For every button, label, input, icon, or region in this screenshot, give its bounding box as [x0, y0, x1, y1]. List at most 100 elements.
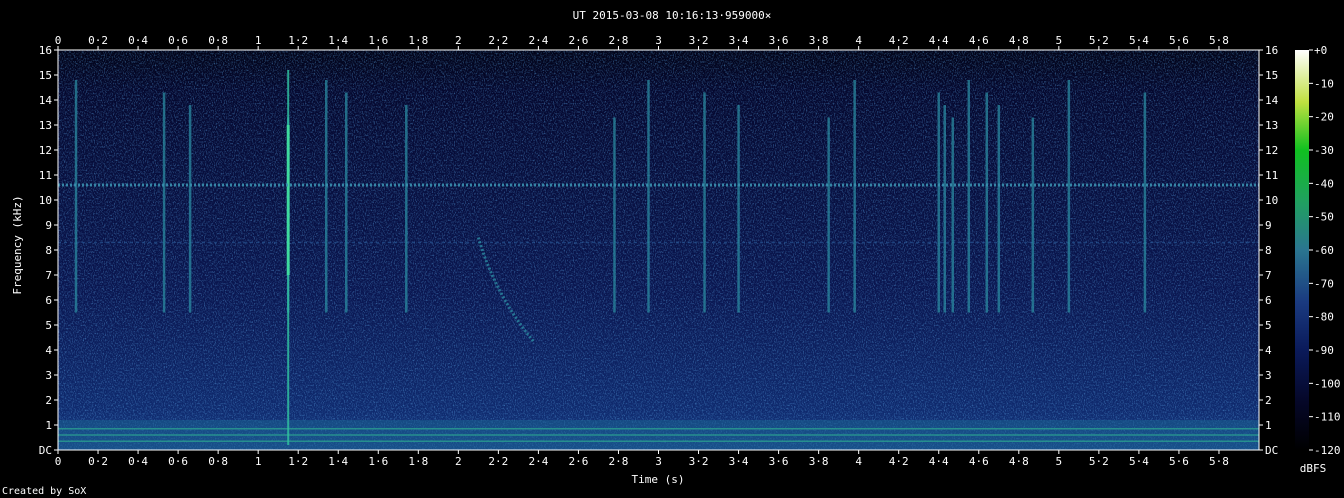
y-tick-label-left: 7	[45, 269, 52, 282]
y-tick-label-right: 8	[1265, 244, 1272, 257]
x-tick-label-top: 0·4	[128, 34, 148, 47]
y-tick-label-right: 10	[1265, 194, 1278, 207]
x-tick-label-bottom: 2·2	[488, 455, 508, 468]
y-tick-label-left: 13	[39, 119, 52, 132]
x-tick-label-top: 5·2	[1089, 34, 1109, 47]
x-tick-label-bottom: 0·6	[168, 455, 188, 468]
chart-title: UT 2015-03-08 10:16:13·959000×	[573, 9, 772, 22]
x-tick-label-top: 1·6	[368, 34, 388, 47]
x-tick-label-top: 2·4	[528, 34, 548, 47]
x-tick-label-top: 3·2	[689, 34, 709, 47]
x-tick-label-top: 4	[855, 34, 862, 47]
x-tick-label-top: 3·6	[769, 34, 789, 47]
x-tick-label-bottom: 3·8	[809, 455, 829, 468]
x-tick-label-bottom: 3·4	[729, 455, 749, 468]
y-tick-label-left: 9	[45, 219, 52, 232]
colorbar-tick-label: +0	[1314, 44, 1327, 57]
x-tick-label-top: 0	[55, 34, 62, 47]
y-tick-label-left: 12	[39, 144, 52, 157]
x-tick-label-bottom: 4·6	[969, 455, 989, 468]
plot-area	[57, 49, 1260, 451]
x-tick-label-bottom: 5·4	[1129, 455, 1149, 468]
y-axis-label: Frequency (kHz)	[11, 195, 24, 294]
y-tick-label-left: 14	[39, 94, 53, 107]
x-tick-label-bottom: 3·2	[689, 455, 709, 468]
y-ticks-left: DC12345678910111213141516	[39, 44, 58, 457]
x-tick-label-bottom: 1·2	[288, 455, 308, 468]
x-tick-label-bottom: 0·2	[88, 455, 108, 468]
x-tick-label-top: 2·2	[488, 34, 508, 47]
x-tick-label-bottom: 2·4	[528, 455, 548, 468]
x-tick-label-top: 4·6	[969, 34, 989, 47]
y-tick-label-left: 11	[39, 169, 52, 182]
x-ticks-bottom: 0 0·2 0·4 0·6 0·8 1 1·2 1·4 1·6 1·8 2 2·2 2·4 2·6 2·8 3…	[55, 450, 1229, 468]
y-tick-label-left: 3	[45, 369, 52, 382]
y-tick-label-right: 14	[1265, 94, 1279, 107]
y-tick-label-left: 2	[45, 394, 52, 407]
x-tick-label-top: 2·8	[609, 34, 629, 47]
y-tick-label-left: 15	[39, 69, 52, 82]
x-tick-label-bottom: 1	[255, 455, 262, 468]
y-tick-label-left: DC	[39, 444, 52, 457]
plot-noise	[58, 50, 1259, 450]
x-tick-label-top: 4·2	[889, 34, 909, 47]
x-tick-label-top: 4·8	[1009, 34, 1029, 47]
colorbar-tick-label: -60	[1314, 244, 1334, 257]
x-tick-label-bottom: 4·2	[889, 455, 909, 468]
y-ticks-right: DC12345678910111213141516	[1259, 44, 1279, 457]
x-tick-label-top: 0·6	[168, 34, 188, 47]
x-tick-label-bottom: 0·4	[128, 455, 148, 468]
x-tick-label-top: 3·8	[809, 34, 829, 47]
x-tick-label-bottom: 5	[1056, 455, 1063, 468]
x-tick-label-bottom: 3·6	[769, 455, 789, 468]
y-tick-label-right: 6	[1265, 294, 1272, 307]
y-tick-label-right: 3	[1265, 369, 1272, 382]
y-tick-label-right: 9	[1265, 219, 1272, 232]
x-tick-label-top: 0·2	[88, 34, 108, 47]
x-tick-label-bottom: 5·2	[1089, 455, 1109, 468]
x-tick-label-bottom: 1·4	[328, 455, 348, 468]
x-tick-label-bottom: 0	[55, 455, 62, 468]
colorbar-tick-label: -110	[1314, 411, 1341, 424]
x-tick-label-top: 1·2	[288, 34, 308, 47]
y-tick-label-left: 1	[45, 419, 52, 432]
x-tick-label-bottom: 2	[455, 455, 462, 468]
y-tick-label-left: 16	[39, 44, 52, 57]
y-tick-label-right: 13	[1265, 119, 1278, 132]
colorbar-tick-label: -50	[1314, 211, 1334, 224]
y-tick-label-right: 15	[1265, 69, 1278, 82]
colorbar-gradient	[1295, 50, 1309, 450]
colorbar: +0 -10 -20 -30 -40 -50 -60 -70 -80 -90 -100 -110 -12…	[1295, 44, 1341, 475]
x-tick-label-bottom: 1·8	[408, 455, 428, 468]
y-tick-label-right: 16	[1265, 44, 1278, 57]
y-tick-label-left: 8	[45, 244, 52, 257]
colorbar-ticks: +0 -10 -20 -30 -40 -50 -60 -70 -80 -90 -100 -110 -12…	[1309, 44, 1341, 457]
x-tick-label-bottom: 1·6	[368, 455, 388, 468]
y-tick-label-left: 4	[45, 344, 52, 357]
x-tick-label-top: 2·6	[568, 34, 588, 47]
x-tick-label-top: 5·4	[1129, 34, 1149, 47]
footer-credit: Created by SoX	[2, 486, 86, 497]
y-tick-label-right: 2	[1265, 394, 1272, 407]
x-tick-label-top: 3	[655, 34, 662, 47]
y-tick-label-right: 12	[1265, 144, 1278, 157]
x-tick-label-bottom: 5·8	[1209, 455, 1229, 468]
colorbar-tick-label: -20	[1314, 111, 1334, 124]
y-tick-label-right: DC	[1265, 444, 1278, 457]
x-tick-label-top: 5	[1056, 34, 1063, 47]
colorbar-tick-label: -70	[1314, 277, 1334, 290]
x-tick-label-top: 3·4	[729, 34, 749, 47]
y-tick-label-left: 5	[45, 319, 52, 332]
x-tick-label-bottom: 3	[655, 455, 662, 468]
x-tick-label-bottom: 5·6	[1169, 455, 1189, 468]
colorbar-tick-label: -120	[1314, 444, 1341, 457]
x-ticks-top: 0 0·2 0·4 0·6 0·8 1 1·2 1·4 1·6 1·8 2 2·2 2·4 2·6 2·8 3…	[55, 34, 1229, 50]
y-tick-label-right: 11	[1265, 169, 1278, 182]
y-tick-label-right: 5	[1265, 319, 1272, 332]
x-axis-label: Time (s)	[632, 473, 685, 486]
y-tick-label-right: 7	[1265, 269, 1272, 282]
x-tick-label-top: 2	[455, 34, 462, 47]
x-tick-label-top: 1	[255, 34, 262, 47]
x-tick-label-bottom: 2·8	[609, 455, 629, 468]
x-tick-label-top: 0·8	[208, 34, 228, 47]
